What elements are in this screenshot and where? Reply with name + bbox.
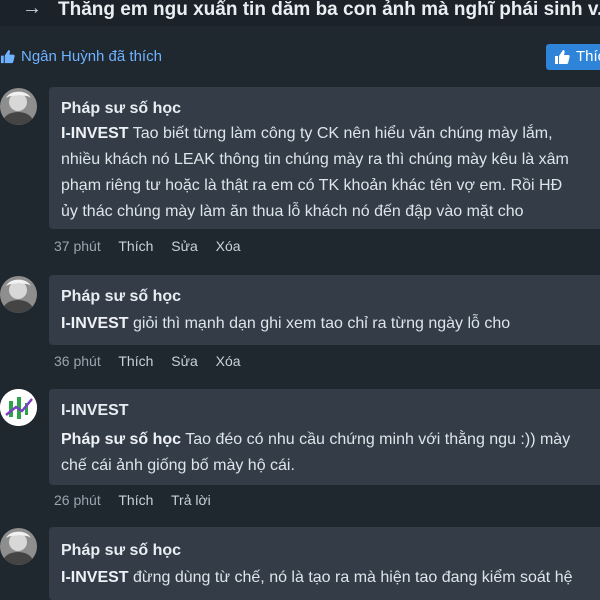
comment-time: 26 phút	[54, 492, 101, 508]
comment-bubble: Pháp sư số học I-INVEST Tao biết từng là…	[49, 87, 600, 229]
comment-author[interactable]: Pháp sư số học	[61, 100, 181, 118]
comment-meta: 36 phút Thích Sửa Xóa	[54, 353, 255, 369]
comment-meta: 37 phút Thích Sửa Xóa	[54, 238, 255, 254]
edit-action[interactable]: Sửa	[171, 238, 198, 254]
like-action[interactable]: Thích	[118, 353, 153, 369]
forward-arrow-icon[interactable]: –→	[0, 0, 42, 20]
comment-author[interactable]: Pháp sư số học	[61, 542, 181, 560]
comment-bubble: Pháp sư số học I-INVEST đừng dùng từ chế…	[49, 527, 600, 600]
comment-author[interactable]: I-INVEST	[61, 402, 129, 420]
thumbs-up-icon	[555, 50, 570, 64]
avatar[interactable]	[0, 389, 37, 426]
comment-time: 36 phút	[54, 353, 101, 369]
thumbs-up-icon	[0, 49, 15, 64]
comment-text: Pháp sư số học Tao đéo có nhu cầu chứng …	[61, 431, 571, 474]
delete-action[interactable]: Xóa	[216, 353, 241, 369]
comment-author[interactable]: Pháp sư số học	[61, 288, 181, 306]
comment-text: I-INVEST đừng dùng từ chế, nó là tạo ra …	[61, 569, 573, 586]
avatar[interactable]	[0, 276, 37, 313]
mention-link[interactable]: I-INVEST	[61, 569, 129, 586]
comment-bubble: Pháp sư số học I-INVEST giỏi thì mạnh dạ…	[49, 275, 600, 345]
delete-action[interactable]: Xóa	[216, 238, 241, 254]
mention-link[interactable]: Pháp sư số học	[61, 431, 181, 448]
comment-text: I-INVEST Tao biết từng làm công ty CK nê…	[61, 125, 569, 220]
mention-link[interactable]: I-INVEST	[61, 125, 129, 142]
like-action[interactable]: Thích	[118, 492, 153, 508]
header-bar: –→ Thằng em ngu xuẩn tin dăm ba con ảnh …	[0, 0, 600, 26]
comment-time: 37 phút	[54, 238, 101, 254]
reply-action[interactable]: Trả lời	[171, 492, 211, 508]
avatar[interactable]	[0, 528, 37, 565]
like-button[interactable]: Thích	[546, 44, 600, 70]
comment-text: I-INVEST giỏi thì mạnh dạn ghi xem tao c…	[61, 315, 511, 332]
comment-bubble: I-INVEST Pháp sư số học Tao đéo có nhu c…	[49, 389, 600, 485]
comment-meta: 26 phút Thích Trả lời	[54, 492, 225, 508]
thread-title: Thằng em ngu xuẩn tin dăm ba con ảnh mà …	[58, 0, 600, 20]
edit-action[interactable]: Sửa	[171, 353, 198, 369]
like-button-label: Thích	[576, 48, 600, 65]
mention-link[interactable]: I-INVEST	[61, 315, 129, 332]
likes-text: Ngân Huỳnh đã thích	[21, 48, 162, 65]
avatar[interactable]	[0, 88, 37, 125]
like-action[interactable]: Thích	[118, 238, 153, 254]
